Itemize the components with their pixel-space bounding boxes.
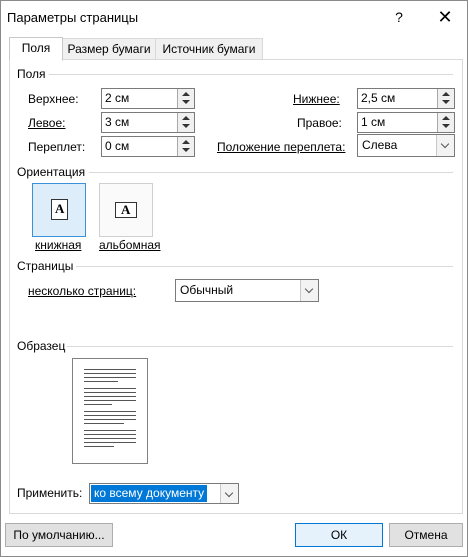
apply-to-value: ко всему документу — [91, 485, 208, 502]
preview-line — [84, 381, 118, 382]
preview-line — [84, 411, 136, 412]
cancel-button[interactable]: Отмена — [389, 523, 463, 547]
bottom-margin-spinner[interactable]: 2,5 см — [357, 88, 455, 109]
portrait-page-icon: A — [51, 199, 68, 220]
margins-divider — [49, 74, 453, 75]
spinner-arrows-icon[interactable] — [437, 113, 454, 132]
preview-group-label: Образец — [17, 339, 66, 353]
orientation-group-label: Ориентация — [17, 165, 86, 179]
portrait-label[interactable]: книжная — [35, 238, 81, 252]
gutter-position-select[interactable]: Слева — [357, 134, 455, 157]
gutter-value: 0 см — [105, 139, 130, 153]
pages-group-label: Страницы — [17, 259, 74, 273]
top-margin-spinner[interactable]: 2 см — [101, 88, 195, 109]
preview-line — [84, 419, 136, 420]
apply-to-select[interactable]: ко всему документу — [89, 483, 239, 504]
gutter-label: Переплет: — [28, 140, 86, 154]
multiple-pages-label: несколько страниц: — [28, 284, 137, 298]
chevron-down-icon[interactable] — [436, 135, 454, 156]
top-margin-label: Верхнее: — [28, 92, 79, 106]
page-setup-dialog: Параметры страницы ? ✕ Поля Размер бумаг… — [0, 0, 468, 557]
help-button[interactable]: ? — [387, 6, 411, 28]
gutter-position-label: Положение переплета: — [217, 140, 346, 154]
right-margin-value: 1 см — [361, 115, 386, 129]
landscape-option[interactable]: A — [99, 183, 153, 237]
preview-line — [84, 438, 136, 439]
portrait-letter: A — [55, 201, 65, 216]
preview-line — [84, 396, 136, 397]
preview-line — [84, 434, 136, 435]
set-default-button[interactable]: По умолчанию... — [5, 523, 113, 547]
gutter-spinner[interactable]: 0 см — [101, 136, 195, 157]
bottom-margin-value: 2,5 см — [361, 91, 396, 105]
spinner-arrows-icon[interactable] — [177, 89, 194, 108]
spinner-arrows-icon[interactable] — [177, 113, 194, 132]
preview-line — [84, 404, 112, 405]
preview-line — [84, 400, 136, 401]
preview-line — [84, 388, 136, 389]
preview-line — [84, 377, 136, 378]
preview-line — [84, 423, 124, 424]
preview-divider — [67, 346, 453, 347]
ok-button[interactable]: ОК — [295, 523, 383, 547]
landscape-letter: A — [121, 202, 131, 217]
multiple-pages-select[interactable]: Обычный — [175, 279, 319, 302]
close-button[interactable]: ✕ — [431, 5, 459, 29]
bottom-margin-label: Нижнее: — [293, 92, 340, 106]
landscape-page-icon: A — [115, 202, 137, 218]
title-bar: Параметры страницы ? ✕ — [1, 1, 467, 33]
landscape-label[interactable]: альбомная — [99, 238, 161, 252]
multiple-pages-value: Обычный — [180, 283, 234, 297]
spinner-arrows-icon[interactable] — [177, 137, 194, 156]
left-margin-label: Левое: — [28, 116, 66, 130]
preview-line — [84, 446, 114, 447]
orientation-divider — [89, 172, 453, 173]
margins-group-label: Поля — [17, 67, 46, 81]
preview-line — [84, 442, 136, 443]
tab-paper-source[interactable]: Источник бумаги — [155, 38, 263, 60]
right-margin-spinner[interactable]: 1 см — [357, 112, 455, 133]
preview-line — [84, 430, 136, 431]
chevron-down-icon[interactable] — [300, 280, 318, 301]
left-margin-spinner[interactable]: 3 см — [101, 112, 195, 133]
spinner-arrows-icon[interactable] — [437, 89, 454, 108]
tab-margins[interactable]: Поля — [9, 37, 63, 61]
chevron-down-icon[interactable] — [220, 484, 238, 503]
page-preview — [72, 358, 148, 464]
portrait-option[interactable]: A — [32, 183, 86, 237]
preview-line — [84, 415, 136, 416]
preview-line — [84, 369, 136, 370]
pages-divider — [76, 266, 453, 267]
preview-line — [84, 392, 136, 393]
right-margin-label: Правое: — [297, 116, 342, 130]
tab-paper-size[interactable]: Размер бумаги — [61, 38, 157, 60]
gutter-position-value: Слева — [362, 138, 398, 152]
left-margin-value: 3 см — [105, 115, 130, 129]
dialog-title: Параметры страницы — [7, 10, 139, 25]
preview-line — [84, 373, 136, 374]
apply-to-label: Применить: — [17, 486, 83, 500]
top-margin-value: 2 см — [105, 91, 130, 105]
